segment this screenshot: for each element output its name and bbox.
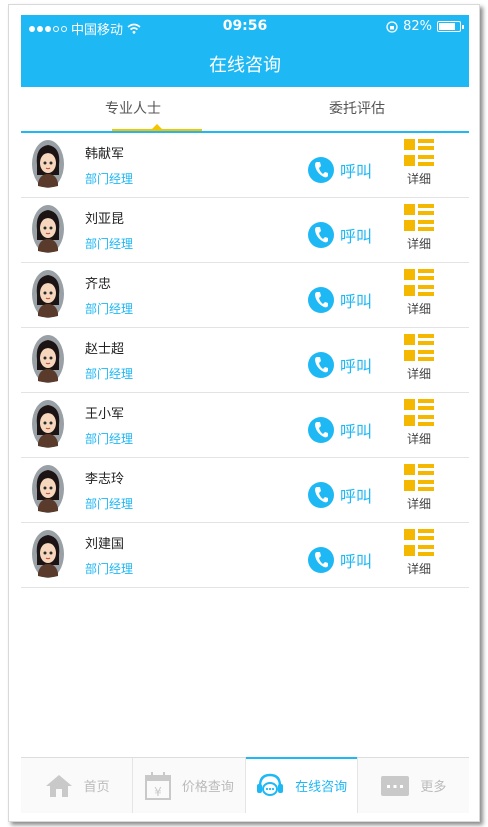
status-bar: 中国移动 09:56 82% [21, 15, 469, 38]
contact-role: 部门经理 [85, 237, 134, 251]
contact-role: 部门经理 [85, 497, 134, 511]
contact-row[interactable]: 赵士超 部门经理 呼叫 详细 [21, 328, 469, 393]
active-tab-caret [152, 124, 162, 129]
contact-name: 李志玲 [85, 472, 125, 487]
detail-button[interactable]: 详细 [401, 204, 437, 252]
detail-list-icon [404, 464, 434, 492]
battery-icon [437, 21, 464, 32]
detail-list-icon [404, 204, 434, 232]
contact-row[interactable]: 刘亚昆 部门经理 呼叫 详细 [21, 198, 469, 263]
phone-icon [308, 352, 334, 378]
call-button[interactable]: 呼叫 [308, 157, 372, 183]
call-label: 呼叫 [340, 162, 373, 181]
detail-button[interactable]: 详细 [401, 269, 437, 317]
call-button[interactable]: 呼叫 [308, 352, 372, 378]
price-calendar-icon: ¥ [144, 771, 171, 800]
call-label: 呼叫 [340, 227, 373, 246]
page-title: 在线咨询 [209, 55, 281, 76]
home-icon [45, 774, 72, 797]
nav-home-label: 首页 [83, 780, 110, 795]
detail-label: 详细 [406, 302, 431, 316]
phone-icon [308, 417, 334, 443]
detail-label: 详细 [406, 237, 431, 251]
top-bar: 中国移动 09:56 82% 在线咨询 [21, 15, 469, 87]
nav-more-label: 更多 [420, 780, 447, 795]
contact-row[interactable]: 刘建国 部门经理 呼叫 详细 [21, 523, 469, 588]
contact-role: 部门经理 [85, 302, 134, 316]
contact-name: 赵士超 [85, 342, 125, 357]
contact-name: 刘亚昆 [85, 212, 125, 227]
avatar-icon [32, 205, 64, 253]
call-button[interactable]: 呼叫 [308, 287, 372, 313]
orientation-lock-icon [386, 20, 398, 33]
contact-role: 部门经理 [85, 172, 134, 186]
call-button[interactable]: 呼叫 [308, 417, 372, 443]
detail-label: 详细 [406, 367, 431, 381]
nav-price-query[interactable]: ¥ 价格查询 [133, 758, 246, 813]
contact-role: 部门经理 [85, 367, 134, 381]
svg-text:¥: ¥ [154, 785, 162, 799]
app-screen: 中国移动 09:56 82% 在线咨询 专业人士 委托评估 韩献军 部门经理 呼… [21, 15, 469, 813]
detail-label: 详细 [406, 497, 431, 511]
avatar-icon [32, 335, 64, 383]
contact-row[interactable]: 齐忠 部门经理 呼叫 详细 [21, 263, 469, 328]
avatar-icon [32, 140, 64, 188]
tab-entrusted-assessment[interactable]: 委托评估 [245, 87, 469, 131]
contact-name: 韩献军 [85, 147, 125, 162]
detail-label: 详细 [406, 562, 431, 576]
contact-row[interactable]: 王小军 部门经理 呼叫 详细 [21, 393, 469, 458]
call-label: 呼叫 [340, 292, 373, 311]
phone-icon [308, 157, 334, 183]
active-tab-indicator [112, 129, 202, 131]
call-button[interactable]: 呼叫 [308, 547, 372, 573]
nav-price-query-label: 价格查询 [181, 780, 234, 795]
nav-online-consult-label: 在线咨询 [295, 780, 348, 795]
call-label: 呼叫 [340, 552, 373, 571]
detail-list-icon [404, 529, 434, 557]
detail-button[interactable]: 详细 [401, 334, 437, 382]
phone-icon [308, 547, 334, 573]
contact-row[interactable]: 李志玲 部门经理 呼叫 详细 [21, 458, 469, 523]
contact-name: 王小军 [85, 407, 125, 422]
detail-button[interactable]: 详细 [401, 529, 437, 577]
contact-name: 齐忠 [85, 277, 112, 292]
tab-professionals[interactable]: 专业人士 [21, 87, 245, 131]
call-label: 呼叫 [340, 422, 373, 441]
detail-button[interactable]: 详细 [401, 464, 437, 512]
detail-label: 详细 [406, 172, 431, 186]
phone-icon [308, 222, 334, 248]
avatar-icon [32, 400, 64, 448]
contact-role: 部门经理 [85, 562, 134, 576]
contact-name: 刘建国 [85, 537, 125, 552]
bottom-nav: 首页 ¥ 价格查询 在线咨询 更多 [21, 757, 469, 813]
more-icon [381, 775, 410, 796]
contact-row[interactable]: 韩献军 部门经理 呼叫 详细 [21, 133, 469, 198]
call-button[interactable]: 呼叫 [308, 222, 372, 248]
detail-button[interactable]: 详细 [401, 139, 437, 187]
battery-percent: 82% [403, 19, 432, 34]
nav-more[interactable]: 更多 [358, 758, 469, 813]
avatar-icon [32, 465, 64, 513]
detail-label: 详细 [406, 432, 431, 446]
contact-list: 韩献军 部门经理 呼叫 详细 刘亚昆 部门经理 呼叫 详细 齐忠 部门经理 呼叫… [21, 133, 469, 588]
nav-home[interactable]: 首页 [21, 758, 134, 813]
detail-button[interactable]: 详细 [401, 399, 437, 447]
avatar-icon [32, 530, 64, 578]
call-label: 呼叫 [340, 357, 373, 376]
device-frame: 中国移动 09:56 82% 在线咨询 专业人士 委托评估 韩献军 部门经理 呼… [8, 4, 480, 822]
detail-list-icon [404, 269, 434, 297]
contact-role: 部门经理 [85, 432, 134, 446]
nav-online-consult[interactable]: 在线咨询 [245, 757, 358, 813]
call-label: 呼叫 [340, 487, 373, 506]
phone-icon [308, 482, 334, 508]
avatar-icon [32, 270, 64, 318]
detail-list-icon [404, 139, 434, 167]
detail-list-icon [404, 334, 434, 362]
detail-list-icon [404, 399, 434, 427]
headset-chat-icon [257, 773, 284, 796]
call-button[interactable]: 呼叫 [308, 482, 372, 508]
tab-bar: 专业人士 委托评估 [21, 87, 469, 133]
phone-icon [308, 287, 334, 313]
